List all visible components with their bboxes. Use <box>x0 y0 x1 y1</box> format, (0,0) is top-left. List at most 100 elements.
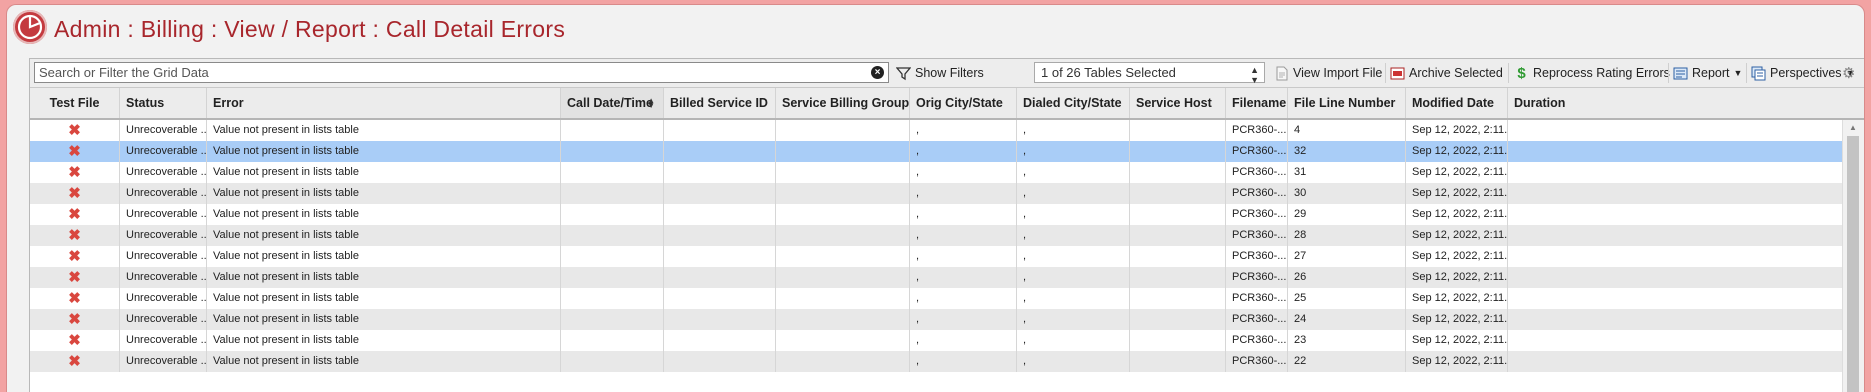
column-header-filename[interactable]: Filename <box>1226 88 1288 118</box>
column-header-test-file[interactable]: Test File <box>30 88 120 118</box>
dialed-city-state-cell: , <box>1017 330 1130 351</box>
modified-date-cell: Sep 12, 2022, 2:11... <box>1406 183 1508 204</box>
scroll-up-icon[interactable]: ▲ <box>1849 123 1857 132</box>
billed-service-id-cell <box>664 141 776 162</box>
column-header-orig-city-state[interactable]: Orig City/State <box>910 88 1017 118</box>
filter-icon <box>895 66 912 81</box>
service-billing-group-cell <box>776 288 910 309</box>
view-import-file-button[interactable]: View Import File <box>1274 64 1382 82</box>
table-row[interactable]: ✖ Unrecoverable ... Value not present in l… <box>30 204 1842 225</box>
perspectives-label: Perspectives <box>1770 66 1842 80</box>
table-row[interactable]: ✖ Unrecoverable ... Value not present in l… <box>30 288 1842 309</box>
file-line-number-cell: 4 <box>1288 120 1406 141</box>
error-cell: Value not present in lists table <box>207 141 561 162</box>
file-line-number-cell: 28 <box>1288 225 1406 246</box>
document-icon <box>1274 66 1289 81</box>
table-row[interactable]: ✖ Unrecoverable ... Value not present in l… <box>30 267 1842 288</box>
table-row[interactable]: ✖ Unrecoverable ... Value not present in l… <box>30 162 1842 183</box>
test-file-cell: ✖ <box>30 120 120 141</box>
column-header-service-billing-group[interactable]: Service Billing Group <box>776 88 910 118</box>
table-row[interactable]: ✖ Unrecoverable ... Value not present in l… <box>30 141 1842 162</box>
billed-service-id-cell <box>664 204 776 225</box>
report-label: Report <box>1692 66 1730 80</box>
modified-date-cell: Sep 12, 2022, 2:11... <box>1406 225 1508 246</box>
filename-cell: PCR360-... <box>1226 225 1288 246</box>
test-file-cell: ✖ <box>30 351 120 372</box>
error-x-icon: ✖ <box>68 206 81 223</box>
table-row[interactable]: ✖ Unrecoverable ... Value not present in l… <box>30 309 1842 330</box>
tables-selected-dropdown[interactable]: 1 of 26 Tables Selected ▲ ▼ <box>1034 62 1265 85</box>
column-header-status[interactable]: Status <box>120 88 207 118</box>
billed-service-id-cell <box>664 246 776 267</box>
column-header-modified-date[interactable]: Modified Date <box>1406 88 1508 118</box>
error-x-icon: ✖ <box>68 185 81 202</box>
filename-cell: PCR360-... <box>1226 267 1288 288</box>
filename-cell: PCR360-... <box>1226 351 1288 372</box>
table-row[interactable]: ✖ Unrecoverable ... Value not present in l… <box>30 330 1842 351</box>
billed-service-id-cell <box>664 267 776 288</box>
error-cell: Value not present in lists table <box>207 183 561 204</box>
modified-date-cell: Sep 12, 2022, 2:11... <box>1406 141 1508 162</box>
modified-date-cell: Sep 12, 2022, 2:11... <box>1406 120 1508 141</box>
service-host-cell <box>1130 351 1226 372</box>
orig-city-state-cell: , <box>910 141 1017 162</box>
table-row[interactable]: ✖ Unrecoverable ... Value not present in l… <box>30 225 1842 246</box>
reprocess-rating-errors-button[interactable]: $ Reprocess Rating Errors <box>1514 64 1670 82</box>
archive-icon <box>1390 66 1405 81</box>
column-header-dialed-city-state[interactable]: Dialed City/State <box>1017 88 1130 118</box>
service-billing-group-cell <box>776 267 910 288</box>
table-row[interactable]: ✖ Unrecoverable ... Value not present in l… <box>30 351 1842 372</box>
orig-city-state-cell: , <box>910 204 1017 225</box>
vertical-scrollbar[interactable]: ▲ <box>1842 120 1864 392</box>
test-file-cell: ✖ <box>30 141 120 162</box>
dialed-city-state-cell: , <box>1017 225 1130 246</box>
column-header-duration[interactable]: Duration <box>1508 88 1864 118</box>
column-header-service-host[interactable]: Service Host <box>1130 88 1226 118</box>
error-cell: Value not present in lists table <box>207 120 561 141</box>
duration-cell <box>1508 246 1842 267</box>
archive-selected-button[interactable]: Archive Selected <box>1390 64 1503 82</box>
file-line-number-cell: 26 <box>1288 267 1406 288</box>
service-billing-group-cell <box>776 183 910 204</box>
search-input[interactable] <box>34 62 889 83</box>
service-host-cell <box>1130 267 1226 288</box>
call-date-time-cell <box>561 330 664 351</box>
file-line-number-cell: 22 <box>1288 351 1406 372</box>
page-title: Admin : Billing : View / Report : Call D… <box>54 16 566 42</box>
dialed-city-state-cell: , <box>1017 141 1130 162</box>
duration-cell <box>1508 162 1842 183</box>
scrollbar-thumb[interactable] <box>1847 136 1859 392</box>
column-header-call-date-time[interactable]: Call Date/Time ▲ ▼ <box>561 88 664 118</box>
show-filters-button[interactable]: Show Filters <box>895 64 984 82</box>
service-billing-group-cell <box>776 162 910 183</box>
error-x-icon: ✖ <box>68 311 81 328</box>
error-cell: Value not present in lists table <box>207 267 561 288</box>
call-date-time-cell <box>561 162 664 183</box>
modified-date-cell: Sep 12, 2022, 2:11... <box>1406 267 1508 288</box>
table-row[interactable]: ✖ Unrecoverable ... Value not present in l… <box>30 183 1842 204</box>
orig-city-state-cell: , <box>910 288 1017 309</box>
report-menu-button[interactable]: Report ▼ <box>1673 64 1742 82</box>
file-line-number-cell: 32 <box>1288 141 1406 162</box>
file-line-number-cell: 30 <box>1288 183 1406 204</box>
status-cell: Unrecoverable ... <box>120 351 207 372</box>
dialed-city-state-cell: , <box>1017 351 1130 372</box>
service-host-cell <box>1130 225 1226 246</box>
perspectives-menu-button[interactable]: Perspectives ▼ <box>1751 64 1854 82</box>
column-header-file-line-number[interactable]: File Line Number <box>1288 88 1406 118</box>
filename-cell: PCR360-... <box>1226 183 1288 204</box>
table-row[interactable]: ✖ Unrecoverable ... Value not present in l… <box>30 246 1842 267</box>
column-header-billed-service-id[interactable]: Billed Service ID <box>664 88 776 118</box>
clear-search-icon[interactable]: × <box>871 66 884 79</box>
table-row[interactable]: ✖ Unrecoverable ... Value not present in l… <box>30 120 1842 141</box>
status-cell: Unrecoverable ... <box>120 267 207 288</box>
status-cell: Unrecoverable ... <box>120 162 207 183</box>
column-header-error[interactable]: Error <box>207 88 561 118</box>
service-billing-group-cell <box>776 141 910 162</box>
modified-date-cell: Sep 12, 2022, 2:11... <box>1406 330 1508 351</box>
filename-cell: PCR360-... <box>1226 246 1288 267</box>
orig-city-state-cell: , <box>910 351 1017 372</box>
error-cell: Value not present in lists table <box>207 162 561 183</box>
gear-icon[interactable]: ⚙ <box>1842 64 1855 82</box>
test-file-cell: ✖ <box>30 183 120 204</box>
